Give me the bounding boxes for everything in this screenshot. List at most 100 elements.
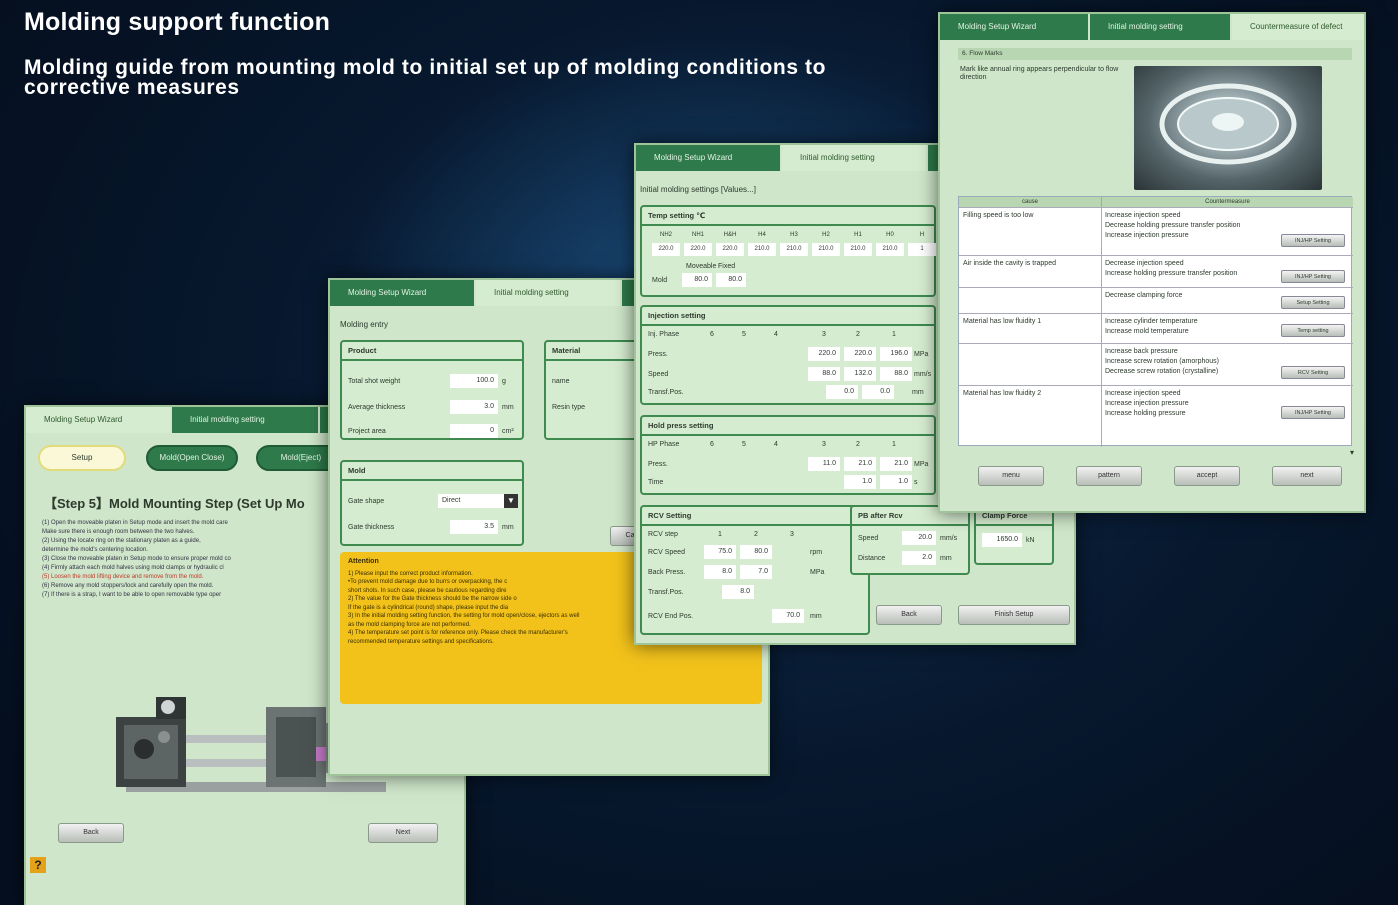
instruction-item-warning: (5) Loosen the mold lifting device and r…	[42, 574, 204, 580]
field-label: Total shot weight	[348, 378, 401, 385]
unit-label: MPa	[914, 461, 929, 468]
inj-hp-setting-button[interactable]: INJ/HP Setting	[1281, 406, 1345, 419]
phase-col: 3	[822, 331, 826, 338]
project-area-input[interactable]: 0	[450, 424, 498, 438]
temp-value-row: 220.0 220.0 220.0 210.0 210.0 210.0 210.0 210.0…	[652, 243, 936, 256]
tab-initial-molding-setting[interactable]: Initial molding setting	[172, 407, 320, 433]
next-button[interactable]: Next	[368, 823, 438, 843]
scroll-down-icon[interactable]: ▾	[1350, 448, 1354, 457]
inj-transf-input[interactable]: 0.0	[826, 385, 858, 399]
temp-zone-input[interactable]: 210.0	[812, 243, 840, 256]
hp-press-input[interactable]: 11.0	[808, 457, 840, 471]
tab-initial-molding-setting[interactable]: Initial molding setting	[1090, 14, 1232, 40]
tab-molding-setup-wizard[interactable]: Molding Setup Wizard	[636, 145, 782, 171]
row-label: RCV End Pos.	[648, 613, 694, 620]
inj-press-input[interactable]: 196.0	[880, 347, 912, 361]
hp-press-input[interactable]: 21.0	[844, 457, 876, 471]
back-press-input[interactable]: 8.0	[704, 565, 736, 579]
phase-col: 1	[892, 441, 896, 448]
clamp-force-input[interactable]: 1650.0	[982, 533, 1022, 547]
table-row: Material has low fluidity 1 Increase cyl…	[959, 313, 1353, 343]
temp-zone-input[interactable]: 210.0	[780, 243, 808, 256]
defect-photo	[1134, 66, 1322, 190]
phase-col: 2	[856, 441, 860, 448]
inj-hp-setting-button[interactable]: INJ/HP Setting	[1281, 270, 1345, 283]
mold-temp-moveable-input[interactable]: 80.0	[682, 273, 712, 287]
phase-label: Inj. Phase	[648, 331, 680, 338]
hp-press-input[interactable]: 21.0	[880, 457, 912, 471]
table-row: Increase back pressure Increase screw ro…	[959, 343, 1353, 385]
inj-speed-input[interactable]: 88.0	[808, 367, 840, 381]
row-label: RCV Speed	[648, 549, 685, 556]
tab-countermeasure-of-defect[interactable]: Countermeasure of defect	[1232, 14, 1364, 40]
rcv-transf-input[interactable]: 8.0	[722, 585, 754, 599]
field-label: Gate shape	[348, 498, 385, 505]
measure-line: Increase cylinder temperature	[1105, 318, 1198, 325]
pill-setup[interactable]: Setup	[38, 445, 126, 471]
back-press-input[interactable]: 7.0	[740, 565, 772, 579]
inj-speed-input[interactable]: 88.0	[880, 367, 912, 381]
temp-zone-label: H1	[854, 232, 862, 238]
table-row: Decrease clamping force Setup Setting	[959, 287, 1353, 313]
measure-line: Increase holding pressure	[1105, 410, 1186, 417]
setup-setting-button[interactable]: Setup Setting	[1281, 296, 1345, 309]
chevron-down-icon[interactable]: ▼	[504, 494, 518, 508]
hp-time-input[interactable]: 1.0	[844, 475, 876, 489]
hp-time-input[interactable]: 1.0	[880, 475, 912, 489]
phase-col: 1	[718, 531, 722, 538]
temp-zone-input[interactable]: 210.0	[844, 243, 872, 256]
inj-press-input[interactable]: 220.0	[844, 347, 876, 361]
rcv-speed-input[interactable]: 75.0	[704, 545, 736, 559]
row-label: Time	[648, 479, 664, 486]
rcv-setting-button[interactable]: RCV Setting	[1281, 366, 1345, 379]
phase-col: 2	[856, 331, 860, 338]
total-shot-weight-input[interactable]: 100.0	[450, 374, 498, 388]
back-button[interactable]: Back	[58, 823, 124, 843]
finish-setup-button[interactable]: Finish Setup	[958, 605, 1070, 625]
molded-part-image	[1159, 83, 1297, 165]
rcv-speed-input[interactable]: 80.0	[740, 545, 772, 559]
inj-press-input[interactable]: 220.0	[808, 347, 840, 361]
gate-thickness-input[interactable]: 3.5	[450, 520, 498, 534]
measure-line: Increase injection pressure	[1105, 400, 1189, 407]
col-countermeasure: Countermeasure	[1101, 197, 1353, 207]
pill-mold-open-close[interactable]: Mold(Open Close)	[146, 445, 238, 471]
temp-zone-input[interactable]: 220.0	[652, 243, 680, 256]
page-title: Molding support function	[24, 8, 331, 36]
phase-col: 2	[754, 531, 758, 538]
phase-col: 6	[710, 331, 714, 338]
inj-hp-setting-button[interactable]: INJ/HP Setting	[1281, 234, 1345, 247]
help-icon[interactable]: ?	[30, 857, 46, 873]
next-button[interactable]: next	[1272, 466, 1342, 486]
unit-label: mm	[502, 524, 514, 531]
rcv-setting-group: RCV Setting RCV step 1 2 3 RCV Speed 75.…	[640, 505, 870, 635]
pattern-button[interactable]: pattern	[1076, 466, 1142, 486]
table-row: Material has low fluidity 2 Increase inj…	[959, 385, 1353, 447]
pb-speed-input[interactable]: 20.0	[902, 531, 936, 545]
temp-zone-input[interactable]: 210.0	[876, 243, 904, 256]
gate-shape-select[interactable]: Direct	[438, 494, 504, 508]
tab-molding-setup-wizard[interactable]: Molding Setup Wizard	[330, 280, 476, 306]
unit-label: rpm	[810, 549, 823, 556]
inj-transf-input[interactable]: 0.0	[862, 385, 894, 399]
temp-zone-input[interactable]: 220.0	[716, 243, 744, 256]
tab-molding-setup-wizard[interactable]: Molding Setup Wizard	[26, 407, 172, 433]
accept-button[interactable]: accept	[1174, 466, 1240, 486]
average-thickness-input[interactable]: 3.0	[450, 400, 498, 414]
rcv-end-pos-input[interactable]: 70.0	[772, 609, 804, 623]
injection-title: Injection setting	[642, 307, 934, 326]
tab-initial-molding-setting[interactable]: Initial molding setting	[476, 280, 622, 306]
back-button[interactable]: Back	[876, 605, 942, 625]
inj-speed-input[interactable]: 132.0	[844, 367, 876, 381]
tab-molding-setup-wizard[interactable]: Molding Setup Wizard	[940, 14, 1090, 40]
temp-zone-input[interactable]: 220.0	[684, 243, 712, 256]
headline: Molding support function Molding guide f…	[24, 8, 825, 98]
unit-label: mm	[810, 613, 822, 620]
temp-zone-input[interactable]: 1	[908, 243, 936, 256]
tab-initial-molding-setting[interactable]: Initial molding setting	[782, 145, 928, 171]
pb-distance-input[interactable]: 2.0	[902, 551, 936, 565]
temp-setting-button[interactable]: Temp setting	[1281, 324, 1345, 337]
menu-button[interactable]: menu	[978, 466, 1044, 486]
mold-temp-fixed-input[interactable]: 80.0	[716, 273, 746, 287]
temp-zone-input[interactable]: 210.0	[748, 243, 776, 256]
